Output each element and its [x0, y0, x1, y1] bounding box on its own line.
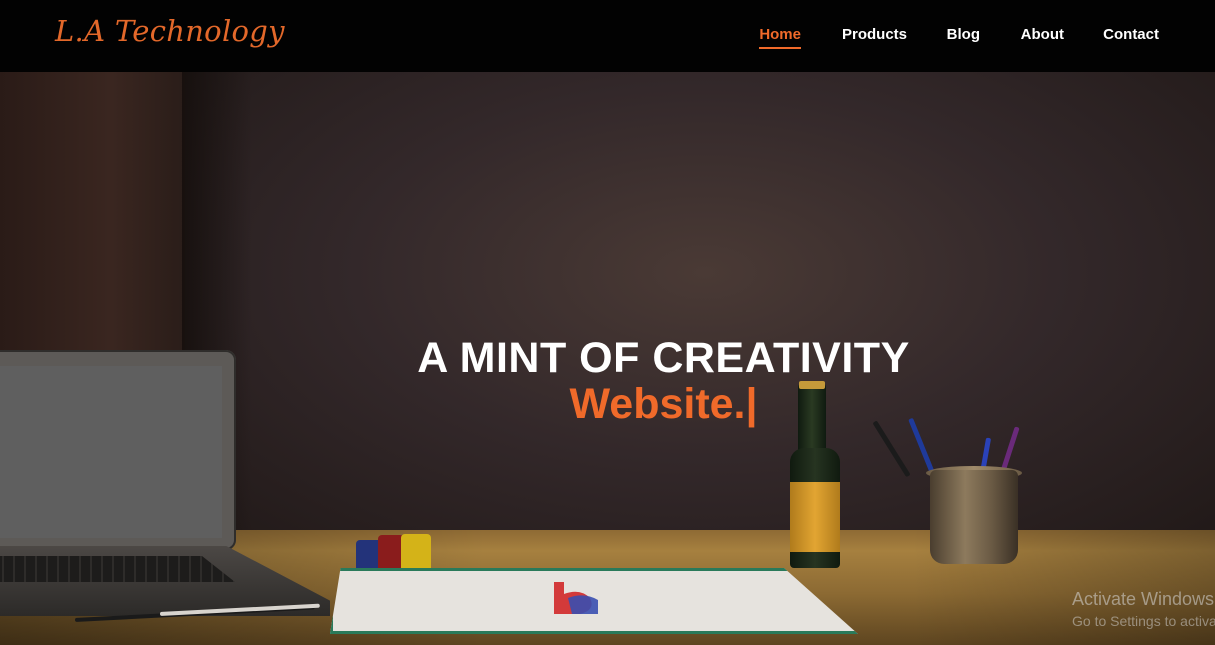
hero-headline: A MINT OF CREATIVITY	[417, 334, 910, 382]
pen-cup-illustration	[930, 470, 1018, 564]
nav-blog[interactable]: Blog	[947, 26, 980, 43]
windows-activation-subtitle: Go to Settings to activate Windows.	[1072, 613, 1215, 629]
site-logo[interactable]: L.A Technology	[55, 14, 285, 48]
hero-typed-text: Website.|	[0, 380, 1215, 429]
typing-cursor: |	[745, 380, 758, 428]
windows-activation-title: Activate Windows	[1072, 589, 1215, 609]
laptop-keyboard	[0, 556, 235, 582]
bottle-label	[790, 482, 840, 552]
hero-typed-word: Website.	[569, 380, 746, 428]
nav-products[interactable]: Products	[842, 26, 907, 43]
hero-section: A MINT OF CREATIVITY Website.| Activate …	[0, 72, 1215, 645]
nav-contact[interactable]: Contact	[1103, 26, 1159, 43]
paper-logo-icon	[554, 582, 598, 614]
top-navbar: L.A Technology Home Products Blog About …	[0, 0, 1215, 72]
nav-about[interactable]: About	[1021, 26, 1064, 43]
nav-home[interactable]: Home	[759, 26, 801, 49]
